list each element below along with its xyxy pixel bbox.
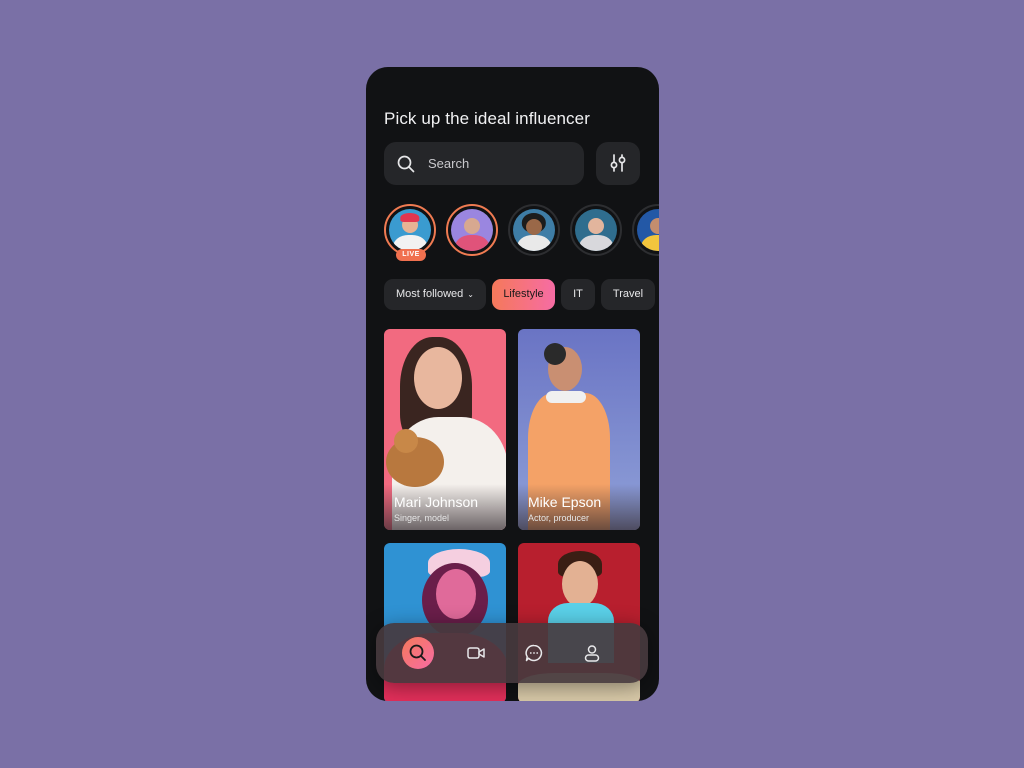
sliders-icon [610, 154, 626, 172]
avatar [513, 209, 555, 251]
nav-search[interactable] [402, 637, 434, 669]
chip-most-followed[interactable]: Most followed ⌄ [384, 279, 486, 310]
story-avatar[interactable] [632, 204, 659, 256]
card-name: Mike Epson [528, 494, 602, 510]
profile-icon [584, 645, 600, 662]
search-placeholder: Search [428, 156, 470, 171]
story-avatar[interactable] [508, 204, 560, 256]
avatar [451, 209, 493, 251]
nav-video[interactable] [460, 637, 492, 669]
card-role: Singer, model [394, 513, 450, 523]
category-chips: Most followed ⌄ Lifestyle IT Travel [384, 279, 659, 311]
story-avatar[interactable] [570, 204, 622, 256]
card-role: Actor, producer [528, 513, 590, 523]
chip-travel[interactable]: Travel [601, 279, 655, 310]
chat-icon [525, 644, 543, 662]
chip-it[interactable]: IT [561, 279, 595, 310]
nav-profile[interactable] [576, 637, 608, 669]
card-name: Mari Johnson [394, 494, 479, 510]
story-avatar[interactable] [446, 204, 498, 256]
search-input[interactable]: Search [384, 142, 584, 185]
page-title: Pick up the ideal influencer [384, 109, 590, 128]
search-icon [396, 154, 416, 179]
video-icon [467, 647, 485, 659]
nav-chat[interactable] [518, 637, 550, 669]
influencer-card[interactable]: Mari Johnson Singer, model [384, 329, 506, 530]
chevron-down-icon: ⌄ [467, 290, 474, 299]
search-icon [409, 644, 426, 661]
influencer-card[interactable]: Mike Epson Actor, producer [518, 329, 640, 530]
chip-label: Most followed [396, 288, 464, 300]
avatar [575, 209, 617, 251]
stories-row: LIVE [384, 204, 659, 264]
filter-button[interactable] [596, 142, 640, 185]
bottom-nav [376, 623, 648, 683]
phone-screen: Pick up the ideal influencer Search LIVE [366, 67, 659, 701]
avatar [389, 209, 431, 251]
chip-lifestyle[interactable]: Lifestyle [492, 279, 555, 310]
live-badge: LIVE [396, 249, 426, 261]
avatar [637, 209, 659, 251]
